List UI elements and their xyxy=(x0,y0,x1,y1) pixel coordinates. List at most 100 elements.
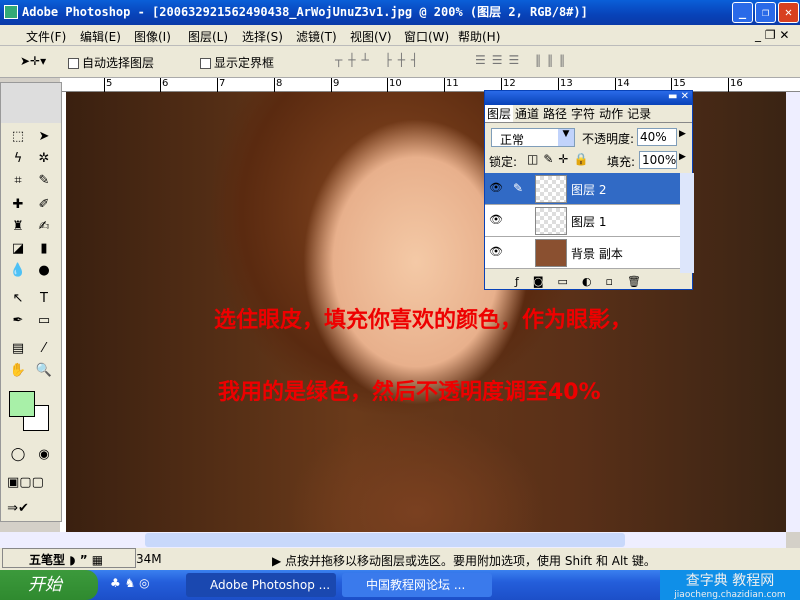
blend-mode-select[interactable]: 正常 ▼ xyxy=(491,128,575,147)
close-button[interactable]: ✕ xyxy=(778,2,799,23)
slice-tool-icon[interactable]: ✎ xyxy=(33,171,55,191)
layers-list: 👁 ✎ 图层 2 👁 图层 1 👁 背景 副本 xyxy=(485,173,694,273)
menu-view[interactable]: 视图(V) xyxy=(350,28,392,45)
opacity-arrow-button[interactable]: ▶ xyxy=(679,129,686,139)
foreground-color-swatch[interactable] xyxy=(9,391,35,417)
chevron-down-icon: ▼ xyxy=(558,129,574,146)
marquee-tool-icon[interactable]: ⬚ xyxy=(7,127,29,147)
ruler-label: 16 xyxy=(728,78,743,92)
toolbox: ⬚ ➤ ϟ ✲ ⌗ ✎ ✚ ✐ ♜ ✍ ◪ ▮ 💧 ● ↖ T ✒ ▭ ▤ ⁄ … xyxy=(0,82,62,522)
type-tool-icon[interactable]: T xyxy=(33,289,55,309)
start-button[interactable]: 开始 xyxy=(0,570,98,600)
quick-launch-icons[interactable]: ♣ ♞ ◎ xyxy=(110,576,150,590)
screen-mode-icon[interactable]: ▣▢▢ xyxy=(7,473,44,493)
ruler-label: 7 xyxy=(217,78,225,92)
magic-wand-icon[interactable]: ✲ xyxy=(33,149,55,169)
eye-icon[interactable]: 👁 xyxy=(489,213,503,226)
eye-icon[interactable]: 👁 xyxy=(489,245,503,258)
opacity-input[interactable]: 40% xyxy=(637,128,677,146)
tab-character[interactable]: 字符 xyxy=(569,105,597,122)
tab-history[interactable]: 记录 xyxy=(625,105,653,122)
tab-paths[interactable]: 路径 xyxy=(541,105,569,122)
notes-tool-icon[interactable]: ▤ xyxy=(7,339,29,359)
lock-label: 锁定: xyxy=(489,155,518,169)
scroll-thumb[interactable] xyxy=(145,533,625,547)
panel-title-bar: ▬ ✕ xyxy=(485,91,692,105)
dodge-tool-icon[interactable]: ● xyxy=(33,261,55,281)
layer-row[interactable]: 👁 背景 副本 xyxy=(485,237,680,269)
taskbar-photoshop[interactable]: Adobe Photoshop ... xyxy=(186,573,336,597)
ruler-label: 8 xyxy=(274,78,282,92)
hand-tool-icon[interactable]: ✋ xyxy=(7,361,29,381)
tab-actions[interactable]: 动作 xyxy=(597,105,625,122)
healing-tool-icon[interactable]: ✚ xyxy=(7,195,29,215)
crop-tool-icon[interactable]: ⌗ xyxy=(7,171,29,191)
tab-layers[interactable]: 图层 xyxy=(485,105,514,122)
stamp-tool-icon[interactable]: ♜ xyxy=(7,217,29,237)
annotation-line-1: 选住眼皮，填充你喜欢的颜色，作为眼影， xyxy=(214,308,633,333)
menu-help[interactable]: 帮助(H) xyxy=(458,28,500,45)
title-bar: Adobe Photoshop - [200632921562490438_Ar… xyxy=(0,0,800,25)
pen-tool-icon[interactable]: ✒ xyxy=(7,311,29,331)
watermark: 查字典 教程网 jiaocheng.chazidian.com xyxy=(660,570,800,600)
lock-icons[interactable]: ◫✎✛🔒 xyxy=(527,152,593,166)
jump-to-imageready-icon[interactable]: ⇒✔ xyxy=(7,499,29,519)
ruler-label: 6 xyxy=(160,78,168,92)
panel-tabs: 图层 通道 路径 字符 动作 记录 xyxy=(485,105,692,123)
path-select-icon[interactable]: ↖ xyxy=(7,289,29,309)
ruler-label: 9 xyxy=(331,78,339,92)
brush-link-icon: ✎ xyxy=(513,181,524,195)
history-brush-icon[interactable]: ✍ xyxy=(33,217,55,237)
menu-window[interactable]: 窗口(W) xyxy=(404,28,449,45)
standard-mode-icon[interactable]: ◯ xyxy=(7,445,29,465)
layers-panel: ▬ ✕ 图层 通道 路径 字符 动作 记录 正常 ▼ 不透明度: 40% ▶ 锁定: ◫✎✛… xyxy=(484,90,694,290)
eraser-tool-icon[interactable]: ◪ xyxy=(7,239,29,259)
restore-button[interactable]: ❐ xyxy=(755,2,776,23)
horizontal-scrollbar[interactable] xyxy=(0,532,786,548)
vertical-scrollbar[interactable] xyxy=(786,92,800,532)
doc-size: 34M xyxy=(136,552,162,566)
layer-thumbnail xyxy=(535,207,567,235)
layer-row[interactable]: 👁 ✎ 图层 2 xyxy=(485,173,680,205)
lasso-tool-icon[interactable]: ϟ xyxy=(7,149,29,169)
layer-row[interactable]: 👁 图层 1 xyxy=(485,205,680,237)
tab-channels[interactable]: 通道 xyxy=(513,105,541,122)
ruler-label: 11 xyxy=(444,78,459,92)
ruler-label: 5 xyxy=(104,78,112,92)
layer-thumbnail xyxy=(535,175,567,203)
show-bounds-checkbox[interactable]: 显示定界框 xyxy=(200,54,274,71)
menu-layer[interactable]: 图层(L) xyxy=(188,28,228,45)
menu-edit[interactable]: 编辑(E) xyxy=(80,28,121,45)
layers-scrollbar[interactable] xyxy=(680,173,694,273)
options-bar: ➤✛▾ 自动选择图层 显示定界框 ┬┼┴ ├┼┤ ☰☰☰ ‖‖‖ xyxy=(0,46,800,78)
fill-arrow-button[interactable]: ▶ xyxy=(679,152,686,162)
move-tool-icon[interactable]: ➤ xyxy=(33,127,55,147)
layer-thumbnail xyxy=(535,239,567,267)
doc-minimize-button[interactable]: _ ❐ ✕ xyxy=(755,28,789,42)
ruler-label: 10 xyxy=(387,78,402,92)
taskbar-browser[interactable]: 中国教程网论坛 ... xyxy=(342,573,492,597)
eye-icon[interactable]: 👁 xyxy=(489,181,503,194)
menu-image[interactable]: 图像(I) xyxy=(134,28,171,45)
eyedropper-icon[interactable]: ⁄ xyxy=(33,339,55,359)
ime-bar[interactable]: 五笔型 ◗ ” ▦ xyxy=(2,548,136,568)
align-icons[interactable]: ┬┼┴ ├┼┤ xyxy=(335,53,424,67)
annotation-line-2: 我用的是绿色，然后不透明度调至40% xyxy=(218,380,601,405)
shape-tool-icon[interactable]: ▭ xyxy=(33,311,55,331)
quickmask-mode-icon[interactable]: ◉ xyxy=(33,445,55,465)
brush-tool-icon[interactable]: ✐ xyxy=(33,195,55,215)
panel-close-button[interactable]: ▬ ✕ xyxy=(668,91,692,102)
blur-tool-icon[interactable]: 💧 xyxy=(7,261,29,281)
auto-select-checkbox[interactable]: 自动选择图层 xyxy=(68,54,154,71)
menu-select[interactable]: 选择(S) xyxy=(242,28,283,45)
minimize-button[interactable]: _ xyxy=(732,2,753,23)
distribute-icons[interactable]: ☰☰☰ ‖‖‖ xyxy=(475,53,571,67)
move-tool-icon[interactable]: ➤✛▾ xyxy=(20,54,46,68)
menu-filter[interactable]: 滤镜(T) xyxy=(296,28,337,45)
fill-input[interactable]: 100% xyxy=(639,151,677,169)
feather-logo xyxy=(1,83,61,123)
menu-file[interactable]: 文件(F) xyxy=(26,28,66,45)
gradient-tool-icon[interactable]: ▮ xyxy=(33,239,55,259)
zoom-tool-icon[interactable]: 🔍 xyxy=(33,361,55,381)
panel-bottom-buttons[interactable]: ƒ◙▭◐▫🗑 xyxy=(515,275,655,288)
